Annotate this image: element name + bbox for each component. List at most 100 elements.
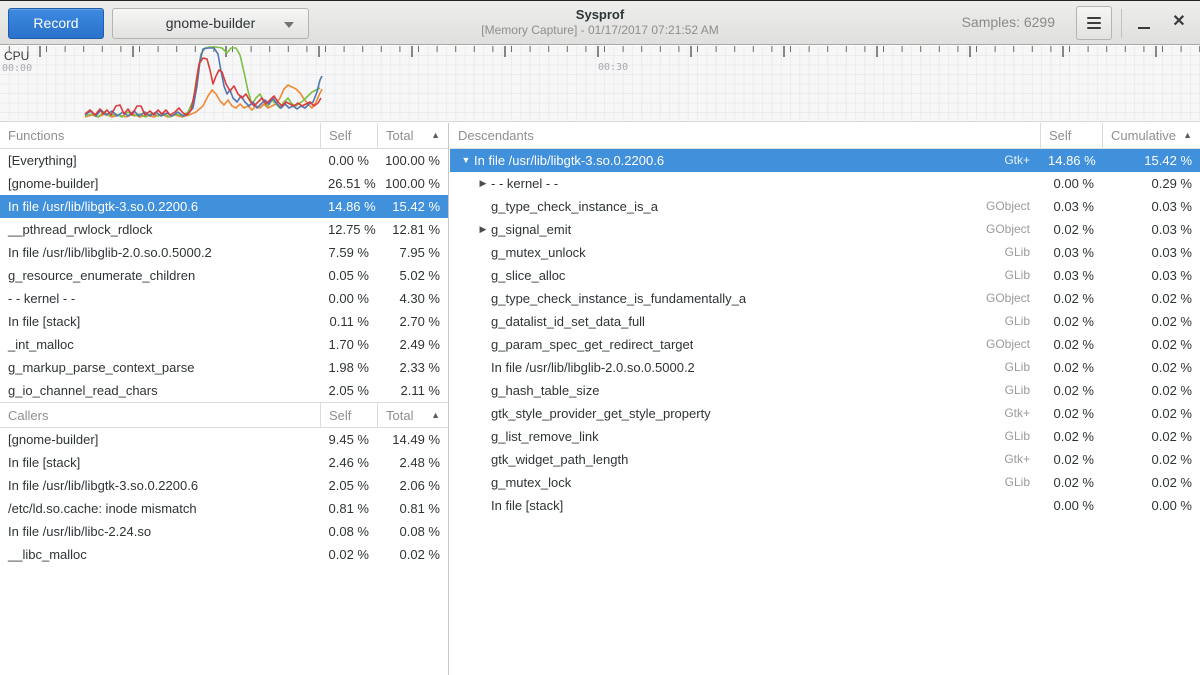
functions-total-column-header[interactable]: Total ▲ [377,123,448,148]
function-name: g_markup_parse_context_parse [0,356,320,379]
tree-row[interactable]: In file /usr/lib/libglib-2.0.so.0.5000.2… [450,356,1200,379]
self-percent: 0.00 % [320,149,377,172]
self-percent: 0.02 % [1040,287,1102,310]
total-percent: 100.00 % [377,149,448,172]
function-name: g_resource_enumerate_children [0,264,320,287]
window-minimize-button[interactable] [1134,13,1154,33]
total-percent: 2.11 % [377,379,448,402]
table-row[interactable]: In file /usr/lib/libgtk-3.so.0.2200.614.… [0,195,448,218]
self-percent: 2.05 % [320,474,377,497]
function-name: In file /usr/lib/libgtk-3.so.0.2200.6 [474,149,664,172]
target-process-dropdown[interactable]: gnome-builder [112,8,309,39]
sort-triangle-up-icon: ▲ [431,123,440,148]
functions-table-body: [Everything]0.00 %100.00 %[gnome-builder… [0,149,448,402]
table-row[interactable]: /etc/ld.so.cache: inode mismatch0.81 %0.… [0,497,448,520]
total-percent: 5.02 % [377,264,448,287]
tree-row[interactable]: g_list_remove_linkGLib0.02 %0.02 % [450,425,1200,448]
total-percent: 15.42 % [377,195,448,218]
cpu-graph-label: CPU [4,49,29,63]
tree-row[interactable]: g_param_spec_get_redirect_targetGObject0… [450,333,1200,356]
window-close-button[interactable]: ✕ [1168,11,1190,33]
self-percent: 0.02 % [1040,471,1102,494]
tree-row[interactable]: g_type_check_instance_is_fundamentally_a… [450,287,1200,310]
cumulative-percent: 0.03 % [1102,241,1200,264]
table-row[interactable]: __pthread_rwlock_rdlock12.75 %12.81 % [0,218,448,241]
library-badge [1030,172,1040,195]
expander-spacer [475,402,491,425]
library-badge: GLib [1005,310,1040,333]
library-badge: GLib [1005,379,1040,402]
functions-self-column-header[interactable]: Self [320,123,377,148]
self-percent: 0.02 % [1040,448,1102,471]
descendants-cumulative-column-header[interactable]: Cumulative ▲ [1102,123,1200,148]
table-row[interactable]: - - kernel - -0.00 %4.30 % [0,287,448,310]
function-name: [Everything] [0,149,320,172]
tree-row[interactable]: ▶- - kernel - -0.00 %0.29 % [450,172,1200,195]
tree-row[interactable]: g_type_check_instance_is_aGObject0.03 %0… [450,195,1200,218]
self-percent: 0.05 % [320,264,377,287]
table-row[interactable]: In file /usr/lib/libc-2.24.so0.08 %0.08 … [0,520,448,543]
callers-table-body: [gnome-builder]9.45 %14.49 %In file [sta… [0,428,448,566]
self-percent: 0.03 % [1040,264,1102,287]
table-row[interactable]: g_resource_enumerate_children0.05 %5.02 … [0,264,448,287]
table-row[interactable]: g_io_channel_read_chars2.05 %2.11 % [0,379,448,402]
self-percent: 0.03 % [1040,241,1102,264]
expander-spacer [475,333,491,356]
cpu-graph[interactable]: CPU00:0000:30 [0,46,1200,122]
function-name: [gnome-builder] [0,428,320,451]
expander-expanded-icon[interactable]: ▼ [458,149,474,172]
callers-table-header: Callers Self Total ▲ [0,402,448,428]
table-row[interactable]: _int_malloc1.70 %2.49 % [0,333,448,356]
tree-row[interactable]: ▶g_signal_emitGObject0.02 %0.03 % [450,218,1200,241]
right-panel: Descendants Self Cumulative ▲ ▼In file /… [450,123,1200,675]
tree-row[interactable]: g_mutex_lockGLib0.02 %0.02 % [450,471,1200,494]
expander-spacer [475,379,491,402]
descendants-column-header[interactable]: Descendants [450,123,1040,148]
table-row[interactable]: [gnome-builder]26.51 %100.00 % [0,172,448,195]
record-button[interactable]: Record [8,8,104,39]
total-percent: 4.30 % [377,287,448,310]
total-percent: 2.06 % [377,474,448,497]
total-percent: 0.08 % [377,520,448,543]
tree-row[interactable]: ▼In file /usr/lib/libgtk-3.so.0.2200.6Gt… [450,149,1200,172]
total-percent: 0.81 % [377,497,448,520]
cumulative-percent: 0.03 % [1102,218,1200,241]
hamburger-menu-button[interactable] [1076,6,1112,40]
function-name: g_type_check_instance_is_fundamentally_a [491,287,746,310]
descendants-self-column-header[interactable]: Self [1040,123,1102,148]
function-name: - - kernel - - [491,172,558,195]
table-row[interactable]: In file /usr/lib/libgtk-3.so.0.2200.62.0… [0,474,448,497]
table-row[interactable]: In file /usr/lib/libglib-2.0.so.0.5000.2… [0,241,448,264]
table-row[interactable]: In file [stack]2.46 %2.48 % [0,451,448,474]
tree-row[interactable]: g_mutex_unlockGLib0.03 %0.03 % [450,241,1200,264]
functions-column-header[interactable]: Functions [0,123,320,148]
callers-total-column-header[interactable]: Total ▲ [377,403,448,427]
tree-row[interactable]: g_slice_allocGLib0.03 %0.03 % [450,264,1200,287]
tree-row[interactable]: g_datalist_id_set_data_fullGLib0.02 %0.0… [450,310,1200,333]
function-name: In file [stack] [0,310,320,333]
self-percent: 0.02 % [1040,218,1102,241]
callers-self-column-header[interactable]: Self [320,403,377,427]
tree-row[interactable]: In file [stack]0.00 %0.00 % [450,494,1200,517]
tree-row[interactable]: gtk_widget_path_lengthGtk+0.02 %0.02 % [450,448,1200,471]
table-row[interactable]: g_markup_parse_context_parse1.98 %2.33 % [0,356,448,379]
table-row[interactable]: __libc_malloc0.02 %0.02 % [0,543,448,566]
functions-table-header: Functions Self Total ▲ [0,123,448,149]
tree-row[interactable]: g_hash_table_sizeGLib0.02 %0.02 % [450,379,1200,402]
library-badge: Gtk+ [1004,448,1040,471]
expander-spacer [475,310,491,333]
descendants-table-body: ▼In file /usr/lib/libgtk-3.so.0.2200.6 Gt… [450,149,1200,517]
library-badge: GObject [986,195,1040,218]
target-process-label: gnome-builder [166,15,256,31]
cumulative-percent: 0.02 % [1102,356,1200,379]
expander-spacer [475,471,491,494]
time-label-start: 00:00 [2,63,32,74]
callers-column-header[interactable]: Callers [0,403,320,427]
tree-row[interactable]: gtk_style_provider_get_style_propertyGtk… [450,402,1200,425]
expander-collapsed-icon[interactable]: ▶ [475,172,491,195]
self-percent: 7.59 % [320,241,377,264]
table-row[interactable]: [Everything]0.00 %100.00 % [0,149,448,172]
expander-collapsed-icon[interactable]: ▶ [475,218,491,241]
table-row[interactable]: In file [stack]0.11 %2.70 % [0,310,448,333]
table-row[interactable]: [gnome-builder]9.45 %14.49 % [0,428,448,451]
